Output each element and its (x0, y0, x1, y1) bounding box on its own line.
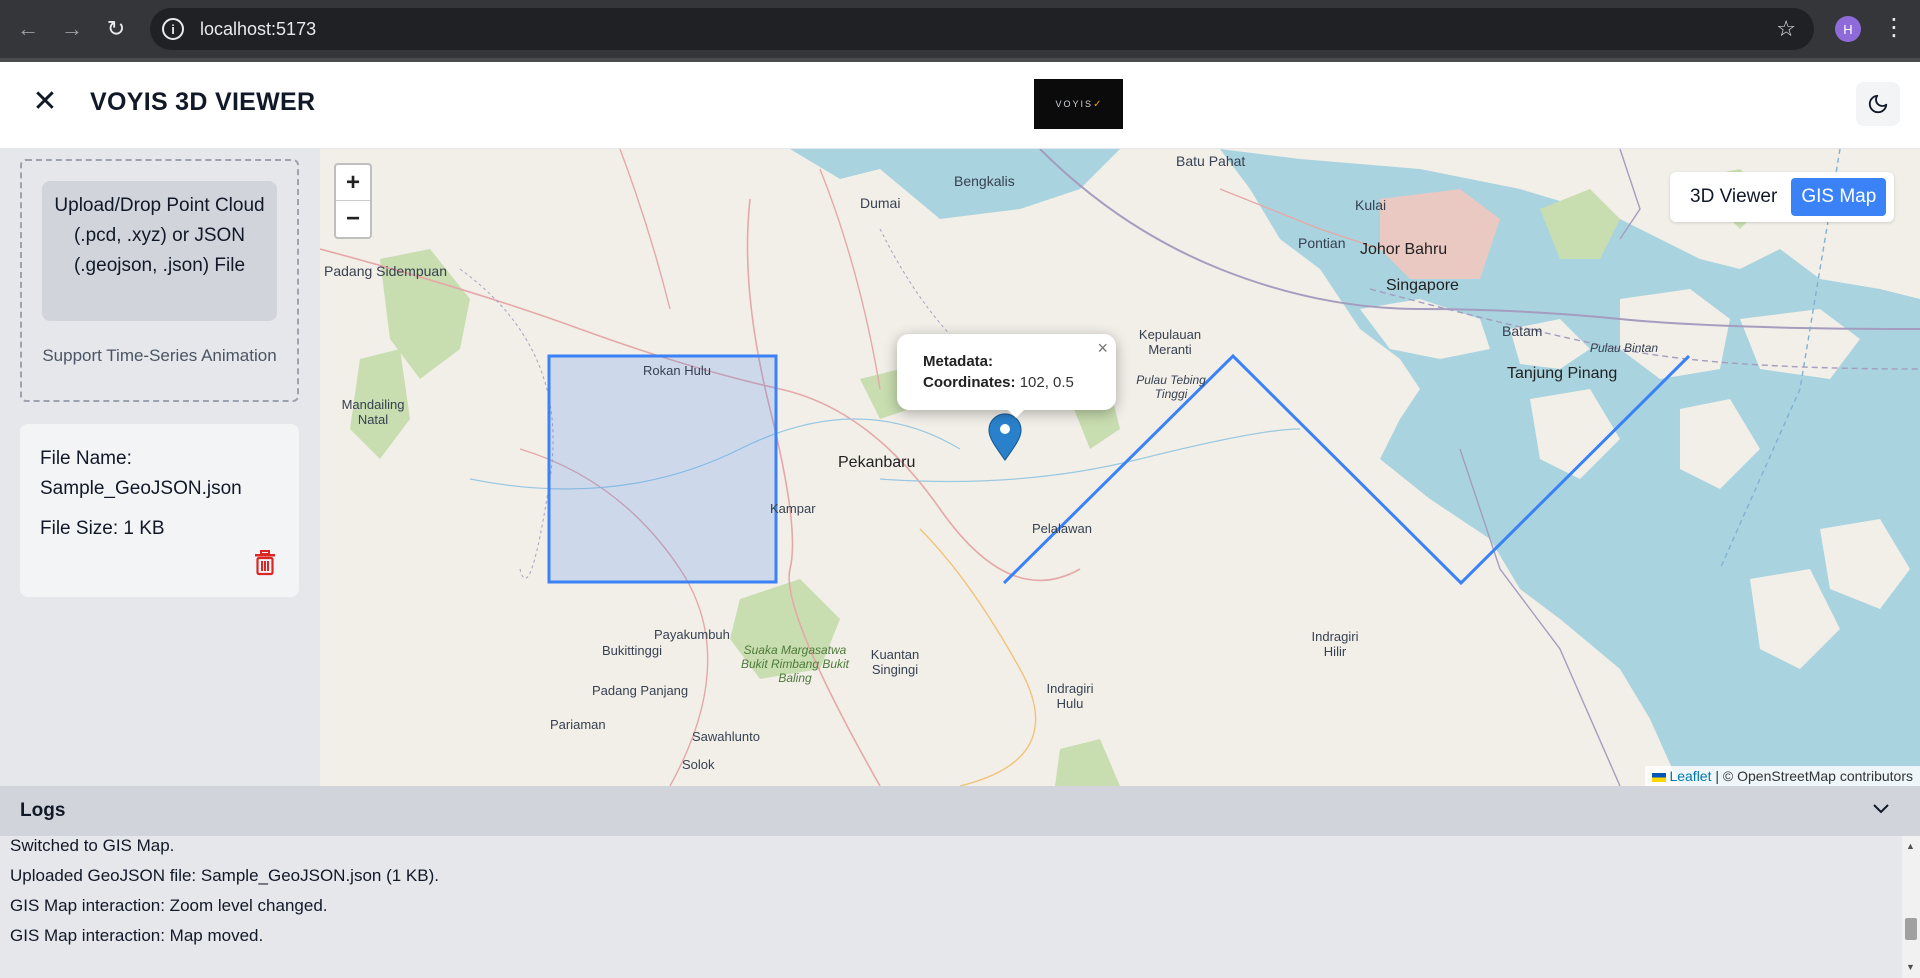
map-label-tanjung-pinang: Tanjung Pinang (1507, 365, 1618, 382)
voyis-logo: VOYIS ✓ (1034, 79, 1123, 129)
map-tiles (320, 149, 1920, 786)
leaflet-link[interactable]: Leaflet (1669, 768, 1711, 784)
log-line: Switched to GIS Map. (10, 836, 175, 855)
map-label-kulai: Kulai (1355, 197, 1387, 213)
logo-mark-icon: ✓ (1093, 98, 1102, 110)
bookmark-star-icon[interactable]: ☆ (1776, 16, 1796, 42)
back-arrow-icon[interactable]: ← (6, 0, 50, 58)
map-label-suaka: Suaka Margasatwa Bukit Rimbang Bukit Bal… (740, 643, 850, 685)
moon-glyph (1868, 94, 1888, 114)
map-label-padang-panjang: Padang Panjang (592, 683, 689, 698)
support-text: Support Time-Series Animation (42, 346, 277, 365)
map-label-mandailing-natal: Mandailing Natal (341, 397, 405, 427)
page-title: VOYIS 3D VIEWER (90, 88, 316, 116)
map-label-pulau-tebing-tinggi: Pulau Tebing Tinggi (1136, 373, 1206, 401)
map-label-pulau-bintan: Pulau Bintan (1590, 341, 1659, 355)
map-label-pelalawan: Pelalawan (1032, 521, 1092, 536)
map-label-johor-bahru: Johor Bahru (1360, 241, 1448, 258)
map-label-batu-pahat: Batu Pahat (1176, 153, 1246, 169)
file-dropzone[interactable]: Upload/Drop Point Cloud (.pcd, .xyz) or … (20, 159, 299, 402)
map-attribution: Leaflet | © OpenStreetMap contributors (1644, 766, 1920, 786)
site-info-icon[interactable]: i (162, 18, 184, 40)
map-label-indragiri-hulu: Indragiri Hulu (1046, 681, 1094, 711)
file-name-label: File Name: (40, 448, 132, 469)
logs-header[interactable]: Logs (0, 786, 1920, 836)
delete-icon[interactable] (254, 550, 276, 576)
scroll-down-icon[interactable]: ▼ (1906, 962, 1915, 972)
gis-map[interactable]: Batu Pahat Kulai Pontian Johor Bahru Sin… (320, 149, 1920, 786)
reload-icon[interactable]: ↻ (94, 0, 138, 58)
moon-icon[interactable] (1856, 82, 1900, 126)
url-text[interactable]: localhost:5173 (200, 19, 316, 40)
map-label-kepulauan-meranti: Kepulauan Meranti (1138, 327, 1202, 357)
map-label-bengkalis: Bengkalis (954, 173, 1015, 189)
ukraine-flag-icon (1651, 772, 1666, 782)
map-label-batam: Batam (1502, 323, 1543, 339)
map-label-rokan-hulu: Rokan Hulu (643, 363, 711, 378)
profile-avatar[interactable]: H (1835, 16, 1861, 42)
toggle-3d-viewer[interactable]: 3D Viewer (1690, 186, 1777, 208)
close-icon[interactable]: ✕ (28, 84, 62, 118)
zoom-in-button[interactable]: + (336, 165, 370, 201)
popup-close-button[interactable]: × (1097, 338, 1108, 359)
zoom-out-button[interactable]: − (336, 201, 370, 237)
log-line: GIS Map interaction: Map moved. (10, 926, 264, 945)
file-size: File Size: 1 KB (40, 518, 165, 539)
toggle-gis-map[interactable]: GIS Map (1791, 178, 1887, 216)
logo-text: VOYIS (1055, 99, 1094, 109)
log-line: GIS Map interaction: Zoom level changed. (10, 896, 328, 915)
map-label-singapore: Singapore (1386, 277, 1459, 294)
map-label-solok: Solok (682, 757, 715, 772)
popup-tip (1004, 406, 1028, 418)
marker-popup: Metadata: Coordinates: 102, 0.5 × (897, 334, 1116, 410)
chevron-down-icon[interactable] (1872, 798, 1890, 821)
coordinates-value: 102, 0.5 (1019, 374, 1074, 391)
map-label-padang-sidempuan: Padang Sidempuan (324, 263, 447, 279)
sidebar: Upload/Drop Point Cloud (.pcd, .xyz) or … (0, 149, 320, 786)
osm-attribution: | © OpenStreetMap contributors (1711, 768, 1913, 784)
upload-button[interactable]: Upload/Drop Point Cloud (.pcd, .xyz) or … (42, 181, 277, 321)
map-label-payakumbuh: Payakumbuh (654, 627, 730, 642)
log-line: Uploaded GeoJSON file: Sample_GeoJSON.js… (10, 866, 439, 885)
map-label-pontian: Pontian (1298, 235, 1346, 251)
file-name-value: Sample_GeoJSON.json (40, 478, 242, 499)
map-label-pekanbaru: Pekanbaru (838, 454, 916, 471)
map-label-kampar: Kampar (770, 501, 816, 516)
browser-toolbar: ← → ↻ i localhost:5173 ☆ H ⋮ (0, 0, 1920, 58)
map-label-pariaman: Pariaman (550, 717, 606, 732)
map-label-bukittinggi: Bukittinggi (602, 643, 662, 658)
chevron-glyph (1873, 804, 1889, 814)
app-header: ✕ VOYIS 3D VIEWER VOYIS ✓ (0, 62, 1920, 149)
logs-panel: Switched to GIS Map. Uploaded GeoJSON fi… (0, 836, 1920, 978)
file-info-card: File Name: Sample_GeoJSON.json File Size… (20, 424, 299, 597)
scroll-up-icon[interactable]: ▲ (1906, 841, 1915, 851)
address-bar[interactable]: i localhost:5173 ☆ (150, 8, 1814, 50)
forward-arrow-icon[interactable]: → (50, 0, 94, 58)
logs-title: Logs (20, 800, 66, 821)
map-label-kuantan-singingi: Kuantan Singingi (870, 647, 920, 677)
zoom-control: + − (334, 163, 372, 239)
view-toggle: 3D Viewer GIS Map (1670, 172, 1894, 222)
logs-scrollbar[interactable]: ▲ ▼ (1902, 836, 1920, 978)
browser-menu-icon[interactable]: ⋮ (1882, 14, 1906, 42)
map-label-sawahlunto: Sawahlunto (692, 729, 760, 744)
scrollbar-thumb[interactable] (1905, 918, 1917, 940)
metadata-label: Metadata: (923, 353, 994, 370)
coordinates-label: Coordinates: (923, 374, 1016, 391)
map-label-indragiri-hilir: Indragiri Hilir (1311, 629, 1359, 659)
map-label-dumai: Dumai (860, 195, 901, 211)
